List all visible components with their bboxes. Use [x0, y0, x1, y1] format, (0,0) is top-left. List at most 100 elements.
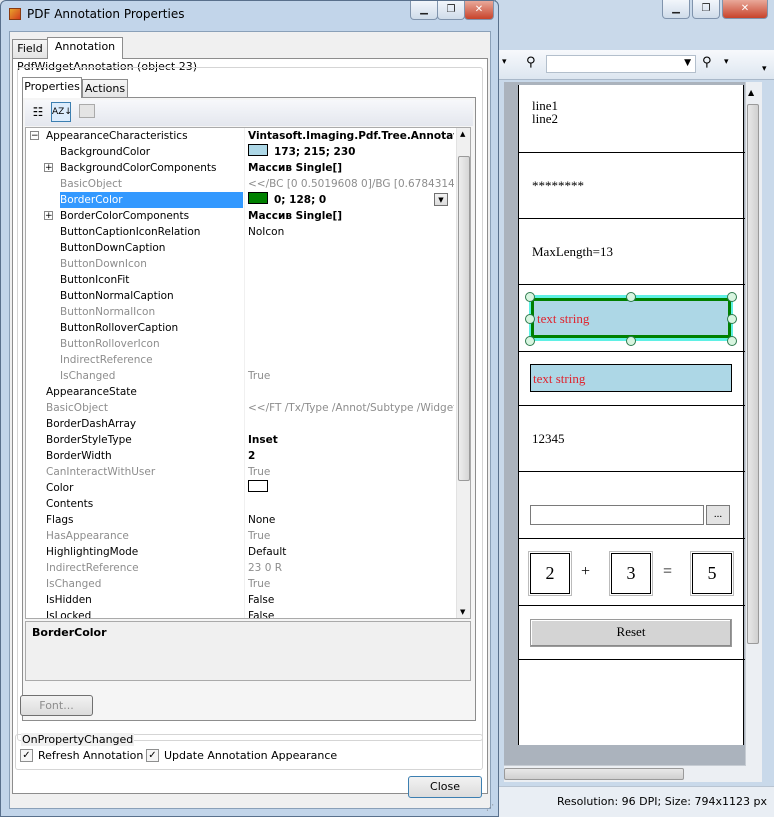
- scroll-thumb[interactable]: [747, 104, 759, 644]
- overflow-arrow-icon[interactable]: ▾: [502, 57, 512, 69]
- operand-a-field[interactable]: 2: [528, 551, 572, 596]
- font-button[interactable]: Font...: [20, 695, 93, 716]
- expand-icon[interactable]: +: [44, 211, 53, 221]
- property-value[interactable]: None: [244, 512, 454, 528]
- multiline-text-cell[interactable]: line1 line2: [519, 85, 745, 153]
- text-field-cell[interactable]: text string: [519, 352, 745, 406]
- property-row[interactable]: ButtonNormalCaption: [26, 288, 456, 304]
- text-string-field[interactable]: text string: [531, 298, 731, 338]
- scroll-down-icon[interactable]: ▼: [460, 608, 465, 616]
- refresh-annotation-label[interactable]: Refresh Annotation: [38, 749, 143, 762]
- text-string-field-2[interactable]: text string: [530, 364, 732, 392]
- resize-handle[interactable]: [525, 314, 535, 324]
- property-value[interactable]: True: [244, 464, 454, 480]
- property-row[interactable]: BorderColor 0; 128; 0 ▼: [26, 192, 456, 208]
- close-button[interactable]: Close: [408, 776, 482, 798]
- property-row[interactable]: HasAppearance True: [26, 528, 456, 544]
- property-row[interactable]: BasicObject <</FT /Tx/Type /Annot/Subtype…: [26, 400, 456, 416]
- result-field[interactable]: 5: [690, 551, 734, 596]
- property-row[interactable]: AppearanceState: [26, 384, 456, 400]
- property-value[interactable]: NoIcon: [244, 224, 454, 240]
- chevron-down-icon[interactable]: ▼: [434, 193, 448, 206]
- update-appearance-checkbox[interactable]: ✓: [146, 749, 159, 762]
- dropdown-arrow-icon[interactable]: ▾: [724, 57, 729, 67]
- property-row[interactable]: Color: [26, 480, 456, 496]
- minimize-icon[interactable]: ▁: [662, 0, 690, 19]
- property-row[interactable]: Flags None: [26, 512, 456, 528]
- find-next-icon[interactable]: ⚲: [702, 55, 712, 70]
- tab-field[interactable]: Field: [12, 39, 48, 59]
- toolstrip-overflow-icon[interactable]: ▾: [762, 64, 767, 74]
- property-value[interactable]: [244, 288, 454, 304]
- categorized-icon[interactable]: ☷: [29, 103, 47, 121]
- property-row[interactable]: ButtonRolloverIcon: [26, 336, 456, 352]
- number-cell[interactable]: 12345: [519, 406, 745, 472]
- refresh-annotation-checkbox[interactable]: ✓: [20, 749, 33, 762]
- collapse-icon[interactable]: −: [30, 131, 39, 141]
- property-value[interactable]: [244, 496, 454, 512]
- property-value[interactable]: [244, 256, 454, 272]
- property-row[interactable]: IsHidden False: [26, 592, 456, 608]
- property-row[interactable]: ButtonRolloverCaption: [26, 320, 456, 336]
- reset-button[interactable]: Reset: [530, 619, 732, 647]
- grid-scroll-thumb[interactable]: [458, 156, 470, 481]
- maximize-icon[interactable]: ❐: [437, 1, 465, 20]
- property-value[interactable]: [244, 272, 454, 288]
- property-row[interactable]: BorderStyleType Inset: [26, 432, 456, 448]
- restore-icon[interactable]: ❐: [692, 0, 720, 19]
- resize-handle[interactable]: [525, 292, 535, 302]
- property-value[interactable]: [244, 336, 454, 352]
- property-value[interactable]: [244, 304, 454, 320]
- property-value[interactable]: True: [244, 368, 454, 384]
- property-value[interactable]: Inset: [244, 432, 454, 448]
- h-scroll-thumb[interactable]: [504, 768, 684, 780]
- property-row[interactable]: BorderDashArray: [26, 416, 456, 432]
- close-window-icon[interactable]: ✕: [722, 0, 768, 19]
- document-horizontal-scrollbar[interactable]: [504, 765, 746, 782]
- close-icon[interactable]: ✕: [464, 1, 494, 20]
- binoculars-icon[interactable]: ⚲: [526, 55, 536, 70]
- document-viewer[interactable]: line1 line2 ******** MaxLength=13 text s…: [504, 82, 762, 782]
- property-row[interactable]: IndirectReference 23 0 R: [26, 560, 456, 576]
- alphabetical-icon[interactable]: AZ↓: [51, 102, 72, 122]
- property-grid[interactable]: − AppearanceCharacteristics Vintasoft.Imag…: [25, 127, 471, 619]
- tab-annotation[interactable]: Annotation: [47, 37, 123, 59]
- property-value[interactable]: Vintasoft.Imaging.Pdf.Tree.Annotatio: [244, 128, 454, 144]
- scroll-up-icon[interactable]: ▲: [748, 88, 754, 97]
- property-row[interactable]: HighlightingMode Default: [26, 544, 456, 560]
- property-value[interactable]: [244, 480, 454, 496]
- property-row[interactable]: ButtonNormalIcon: [26, 304, 456, 320]
- resize-handle[interactable]: [525, 336, 535, 346]
- resize-handle[interactable]: [727, 336, 737, 346]
- file-path-input[interactable]: [530, 505, 704, 525]
- property-row[interactable]: IsChanged True: [26, 576, 456, 592]
- browse-cell[interactable]: ...: [519, 472, 745, 539]
- property-row[interactable]: + BackgroundColorComponents Массив Single[…: [26, 160, 456, 176]
- tab-actions[interactable]: Actions: [82, 79, 128, 99]
- property-value[interactable]: 173; 215; 230: [244, 144, 454, 160]
- property-value[interactable]: [244, 384, 454, 400]
- property-value[interactable]: True: [244, 576, 454, 592]
- resize-handle[interactable]: [626, 336, 636, 346]
- property-row[interactable]: Contents: [26, 496, 456, 512]
- property-row[interactable]: IsLocked False: [26, 608, 456, 618]
- minimize-icon[interactable]: ▁: [410, 1, 438, 20]
- property-value[interactable]: False: [244, 608, 454, 618]
- property-value[interactable]: [244, 240, 454, 256]
- property-value[interactable]: Массив Single[]: [244, 208, 454, 224]
- property-value[interactable]: True: [244, 528, 454, 544]
- property-row[interactable]: CanInteractWithUser True: [26, 464, 456, 480]
- property-row[interactable]: BackgroundColor 173; 215; 230: [26, 144, 456, 160]
- property-row[interactable]: ButtonDownCaption: [26, 240, 456, 256]
- resize-handle[interactable]: [727, 314, 737, 324]
- property-row[interactable]: BasicObject <</BC [0 0.5019608 0]/BG [0.6…: [26, 176, 456, 192]
- maxlength-cell[interactable]: MaxLength=13: [519, 219, 745, 285]
- property-row[interactable]: ButtonIconFit: [26, 272, 456, 288]
- property-value[interactable]: [244, 352, 454, 368]
- property-value[interactable]: False: [244, 592, 454, 608]
- property-value[interactable]: <</BC [0 0.5019608 0]/BG [0.6784314 0.84: [244, 176, 454, 192]
- expand-icon[interactable]: +: [44, 163, 53, 173]
- property-value[interactable]: Default: [244, 544, 454, 560]
- operand-b-field[interactable]: 3: [609, 551, 653, 596]
- property-value[interactable]: 2: [244, 448, 454, 464]
